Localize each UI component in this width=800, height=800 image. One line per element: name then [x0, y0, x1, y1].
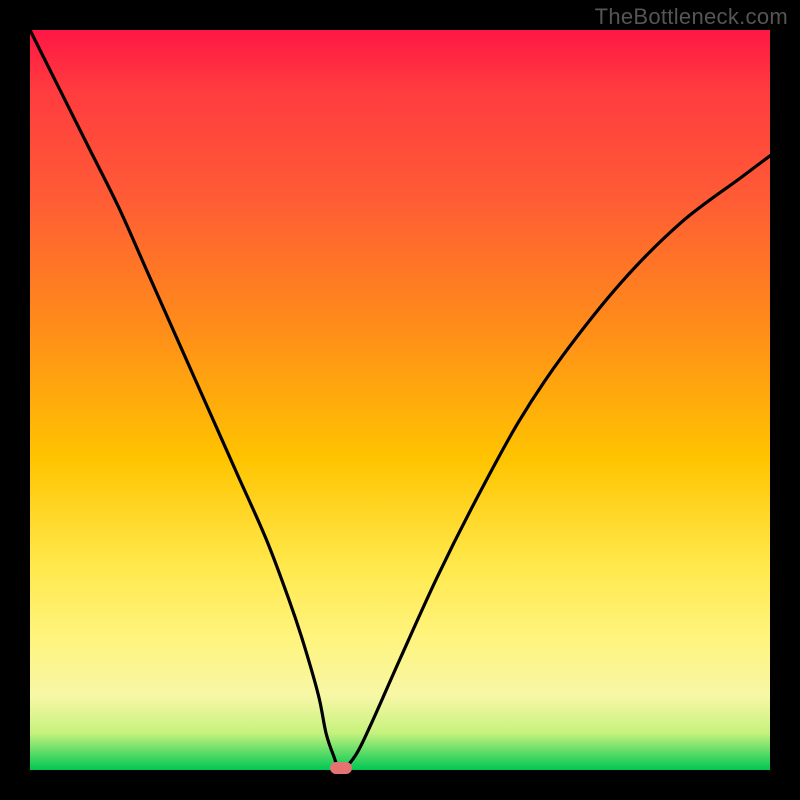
curve-svg: [30, 30, 770, 770]
minimum-marker: [330, 762, 352, 774]
watermark-text: TheBottleneck.com: [595, 4, 788, 30]
plot-area: [30, 30, 770, 770]
chart-frame: TheBottleneck.com: [0, 0, 800, 800]
bottleneck-curve-path: [30, 30, 770, 770]
